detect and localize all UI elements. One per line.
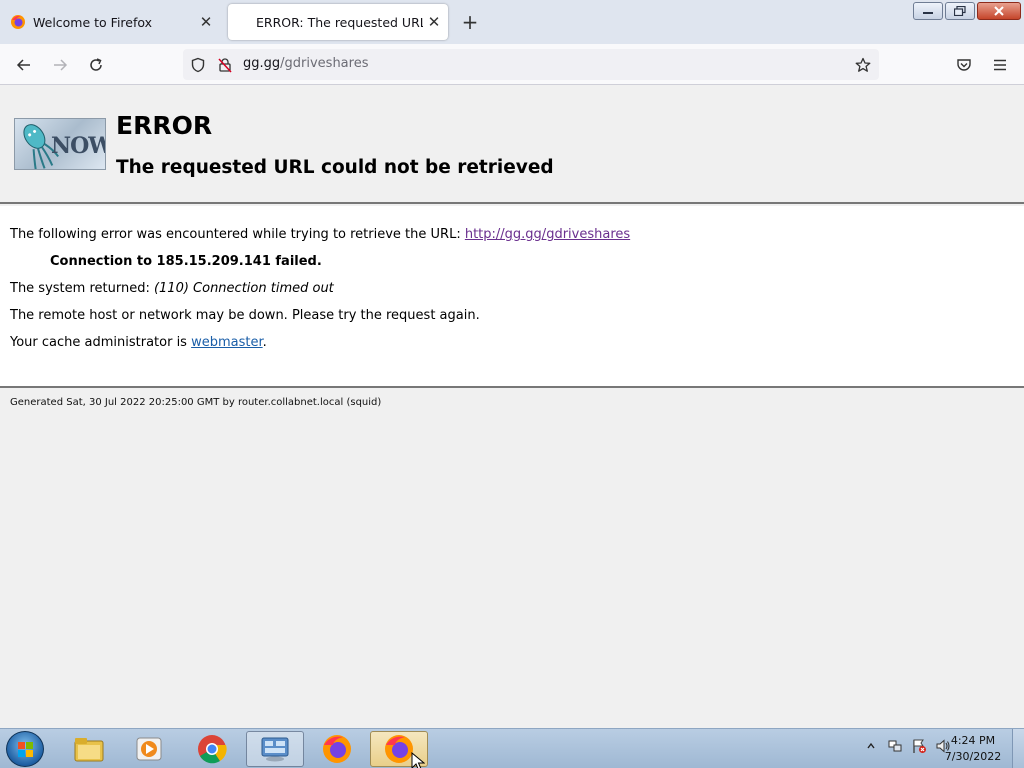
- tab-error-page[interactable]: ERROR: The requested URL could not be re…: [228, 4, 448, 40]
- squid-logo: NOW: [14, 118, 106, 170]
- system-returned-label: The system returned:: [10, 281, 154, 296]
- system-clock[interactable]: 4:24 PM 7/30/2022: [940, 733, 1006, 765]
- taskbar-explorer[interactable]: [60, 731, 118, 767]
- tab-strip: Welcome to Firefox ✕ ERROR: The requeste…: [0, 0, 1024, 44]
- webmaster-link[interactable]: webmaster: [191, 335, 263, 350]
- tab-label: ERROR: The requested URL could not be re…: [256, 14, 423, 30]
- url-bar[interactable]: gg.gg/gdriveshares: [183, 49, 879, 80]
- page-title: ERROR: [116, 111, 213, 140]
- minimize-button[interactable]: [913, 2, 943, 20]
- pocket-icon: [957, 59, 971, 71]
- show-desktop-button[interactable]: [1012, 729, 1024, 768]
- clock-time: 4:24 PM: [950, 734, 996, 747]
- reload-icon: [90, 58, 102, 71]
- taskbar-control-panel[interactable]: [246, 731, 304, 767]
- url-text[interactable]: gg.gg/gdriveshares: [243, 56, 368, 71]
- window-controls: [913, 2, 1021, 20]
- control-panel-icon: [261, 737, 289, 762]
- media-player-icon: [136, 737, 162, 761]
- restore-button[interactable]: [945, 2, 975, 20]
- new-tab-button[interactable]: +: [458, 10, 482, 34]
- firefox-icon: [10, 14, 26, 30]
- close-icon: [994, 6, 1004, 16]
- clock-date: 7/30/2022: [944, 750, 1002, 763]
- cache-admin-suffix: .: [262, 335, 267, 350]
- pocket-button[interactable]: [951, 52, 977, 78]
- system-returned-value: (110) Connection timed out: [153, 281, 334, 296]
- page-subtitle: The requested URL could not be retrieved: [116, 157, 554, 178]
- restore-icon: [954, 6, 966, 16]
- folder-icon: [74, 738, 104, 762]
- hamburger-icon: [994, 59, 1006, 71]
- connection-failed-text: Connection to 185.15.209.141 failed.: [50, 254, 322, 269]
- taskbar-firefox[interactable]: [308, 731, 366, 767]
- insecure-lock-icon[interactable]: [215, 55, 235, 75]
- mouse-cursor-icon: [411, 752, 425, 768]
- logo-text: NOW: [51, 133, 106, 159]
- network-icon[interactable]: [886, 737, 904, 755]
- cache-admin-label: Your cache administrator is: [10, 335, 192, 350]
- tray-expand-icon[interactable]: [862, 737, 880, 755]
- back-button[interactable]: [11, 52, 37, 78]
- minimize-icon: [923, 12, 933, 14]
- shield-icon[interactable]: [188, 55, 208, 75]
- url-host: gg.gg: [243, 56, 281, 71]
- error-intro-text: The following error was encountered whil…: [10, 227, 465, 242]
- error-header: NOW ERROR The requested URL could not be…: [0, 85, 1024, 204]
- windows-logo-icon: [18, 742, 33, 757]
- close-tab-icon[interactable]: ✕: [195, 11, 217, 33]
- remote-host-message: The remote host or network may be down. …: [10, 308, 480, 323]
- url-path: /gdriveshares: [280, 56, 369, 71]
- forward-button[interactable]: [47, 52, 73, 78]
- taskbar-chrome[interactable]: [183, 731, 241, 767]
- menu-button[interactable]: [987, 52, 1013, 78]
- requested-url-link[interactable]: http://gg.gg/gdriveshares: [465, 227, 630, 242]
- arrow-left-icon: [16, 59, 30, 71]
- chrome-icon: [198, 735, 227, 764]
- start-button[interactable]: [6, 731, 44, 767]
- bookmark-star-icon[interactable]: [853, 55, 873, 75]
- taskbar-media-player[interactable]: [120, 731, 178, 767]
- arrow-right-icon: [54, 59, 68, 71]
- error-details: The following error was encountered whil…: [0, 206, 1024, 388]
- system-returned-line: The system returned: (110) Connection ti…: [10, 281, 334, 296]
- action-center-flag-icon[interactable]: [910, 737, 928, 755]
- cache-admin-line: Your cache administrator is webmaster.: [10, 335, 267, 350]
- reload-button[interactable]: [83, 52, 109, 78]
- tab-label: Welcome to Firefox: [33, 14, 153, 30]
- close-tab-icon[interactable]: ✕: [423, 11, 445, 33]
- system-tray: [862, 737, 952, 755]
- page-content: NOW ERROR The requested URL could not be…: [0, 85, 1024, 728]
- generated-footer: Generated Sat, 30 Jul 2022 20:25:00 GMT …: [10, 397, 382, 408]
- navigation-toolbar: gg.gg/gdriveshares: [0, 44, 1024, 85]
- tab-welcome-to-firefox[interactable]: Welcome to Firefox ✕: [0, 4, 220, 40]
- taskbar-firefox-active[interactable]: [370, 731, 428, 768]
- close-window-button[interactable]: [977, 2, 1021, 20]
- taskbar: 4:24 PM 7/30/2022: [0, 728, 1024, 768]
- firefox-icon: [323, 735, 351, 763]
- error-intro-line: The following error was encountered whil…: [10, 227, 630, 242]
